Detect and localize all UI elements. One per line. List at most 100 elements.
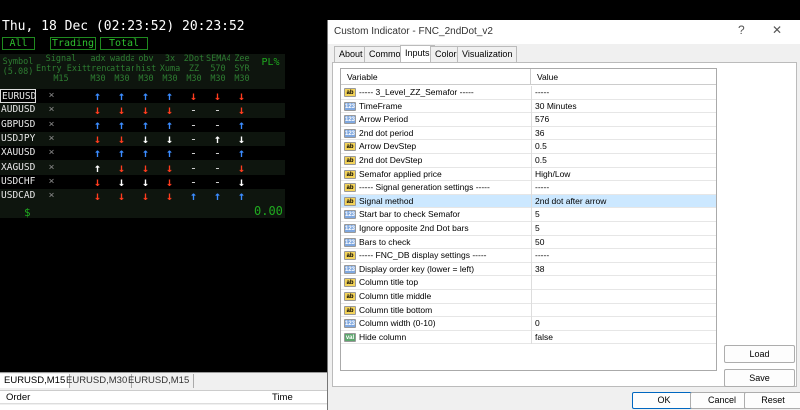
time-column-header[interactable]: Time [272,391,293,404]
param-value[interactable]: 0.5 [535,140,547,153]
header-signal: Signal Entry Exit M15 [36,54,86,88]
integer-type-icon: 123 [344,210,356,220]
param-row[interactable]: ab ----- 3_Level_ZZ_Semafor ----- ----- [341,86,716,100]
string-type-icon: ab [344,88,356,97]
dashboard-row[interactable]: USDJPY × ↓ ↓ ↓ ↓ - ↑ ↓ [0,131,285,146]
reset-button[interactable]: Reset [744,392,800,409]
symbol-cell[interactable]: USDCAD [0,189,36,203]
column-divider [531,208,532,222]
arrow-up-icon: ↑ [93,89,102,103]
integer-type-icon: 123 [344,224,356,233]
chart-tab-eurusd-m15-2[interactable]: EURUSD,M15 [124,374,195,388]
signal-cell: × [48,118,55,130]
filter-trading-button[interactable]: Trading [50,37,96,50]
arrow-down-icon: ↓ [165,103,174,118]
symbol-cell[interactable]: EURUSD [0,89,36,103]
tab-visualization[interactable]: Visualization [457,46,518,62]
order-column-header[interactable]: Order [6,391,30,404]
param-row[interactable]: ab Arrow DevStep 0.5 [341,140,716,154]
param-value[interactable]: ----- [535,249,549,262]
neutral-cell: - [213,160,222,175]
param-row[interactable]: 123 Bars to check 50 [341,235,716,250]
param-value[interactable]: 576 [535,113,549,126]
param-row[interactable]: 123 Arrow Period 576 [341,113,716,127]
arrow-down-icon: ↓ [213,89,222,103]
header-col-4-line-1: ZZ [188,64,200,74]
string-type-icon: ab [344,292,356,301]
dashboard-row[interactable]: EURUSD × ↑ ↑ ↑ ↑ ↓ ↓ ↓ [0,89,285,103]
close-icon[interactable]: ✕ [772,23,782,37]
param-value[interactable]: 30 Minutes [535,100,577,113]
param-value[interactable]: ----- [535,86,549,99]
param-row[interactable]: val Hide column false [341,330,716,345]
param-value[interactable]: High/Low [535,168,570,181]
param-row[interactable]: 123 Display order key (lower = left) 38 [341,262,716,277]
dashboard-row[interactable]: XAUUSD × ↑ ↑ ↑ ↑ - - ↑ [0,146,285,161]
dashboard-row[interactable]: XAGUSD × ↑ ↓ ↓ ↓ - - ↓ [0,160,285,175]
param-value[interactable]: 0.5 [535,154,547,167]
neutral-cell: - [189,146,198,161]
ok-button[interactable]: OK [632,392,696,409]
arrow-down-icon: ↓ [189,89,198,103]
param-value[interactable]: 5 [535,222,540,235]
column-divider [531,235,532,250]
string-type-icon: ab [344,156,356,165]
param-value[interactable]: 0 [535,317,540,330]
param-name: Display order key (lower = left) [359,263,475,274]
symbol-cell[interactable]: GBPUSD [0,118,36,132]
arrow-down-icon: ↓ [237,89,246,103]
dialog-titlebar[interactable]: Custom Indicator - FNC_2ndDot_v2 ? ✕ [328,20,800,44]
chart-window[interactable]: Thu, 18 Dec (02:23:52) 20:23:52 All Trad… [0,0,327,372]
help-button[interactable]: ? [738,23,745,37]
symbol-cell[interactable]: USDJPY [0,132,36,146]
param-row[interactable]: ab Signal method 2nd dot after arrow [341,194,716,209]
neutral-cell: - [189,160,198,175]
dashboard-row[interactable]: USDCHF × ↓ ↓ ↓ ↓ - - ↓ [0,174,285,189]
header-col-2-line-2: M30 [138,74,154,84]
symbol-cell[interactable]: XAGUSD [0,161,36,175]
param-row[interactable]: ab Column title top [341,276,716,290]
param-name: TimeFrame [359,100,403,111]
param-row[interactable]: ab 2nd dot DevStep 0.5 [341,154,716,168]
param-row[interactable]: 123 2nd dot period 36 [341,126,716,141]
filter-all-button[interactable]: All [2,37,35,50]
dashboard-row[interactable]: USDCAD × ↓ ↓ ↓ ↓ ↑ ↑ ↑ [0,189,285,204]
filter-total-button[interactable]: Total [100,37,148,50]
symbol-cell[interactable]: XAUUSD [0,146,36,160]
param-row[interactable]: ab Semafor applied price High/Low [341,167,716,182]
symbol-cell[interactable]: AUDUSD [0,103,36,117]
param-value[interactable]: 38 [535,263,544,276]
param-row[interactable]: ab ----- FNC_DB display settings ----- ---… [341,249,716,263]
param-row[interactable]: 123 TimeFrame 30 Minutes [341,99,716,114]
param-value[interactable]: 2nd dot after arrow [535,195,606,208]
header-pl: PL% [261,57,280,68]
save-button[interactable]: Save [724,369,795,387]
dashboard-row[interactable]: AUDUSD × ↓ ↓ ↓ ↓ - - ↓ [0,103,285,118]
param-name: ----- FNC_DB display settings ----- [359,250,487,261]
param-row[interactable]: 123 Start bar to check Semafor 5 [341,208,716,222]
param-row[interactable]: ab Column title bottom [341,303,716,318]
param-row[interactable]: 123 Ignore opposite 2nd Dot bars 5 [341,222,716,236]
dashboard-row[interactable]: GBPUSD × ↑ ↑ ↑ ↑ - - ↑ [0,117,285,132]
load-button[interactable]: Load [724,345,795,363]
column-divider [531,330,532,345]
param-row[interactable]: ab ----- Signal generation settings -----… [341,181,716,195]
header-symbol-count: (5.08) [2,67,34,77]
param-value[interactable]: ----- [535,181,549,194]
param-value[interactable]: 50 [535,236,544,249]
signal-cell: × [48,90,55,101]
integer-type-icon: 123 [344,237,356,247]
chart-tab-eurusd-m15[interactable]: EURUSD,M15 [0,374,71,388]
column-divider [531,154,532,168]
chart-tab-eurusd-m30[interactable]: EURUSD,M30 [62,374,133,388]
symbol-cell[interactable]: USDCHF [0,175,36,189]
param-value[interactable]: 5 [535,208,540,221]
arrow-up-icon: ↑ [237,146,246,161]
param-name: Column title middle [359,291,432,301]
tab-about[interactable]: About [334,46,368,62]
param-value[interactable]: false [535,331,553,344]
param-row[interactable]: ab Column title middle [341,290,716,304]
param-value[interactable]: 36 [535,127,544,140]
order-row[interactable] [0,405,327,410]
param-row[interactable]: 123 Column width (0-10) 0 [341,317,716,331]
